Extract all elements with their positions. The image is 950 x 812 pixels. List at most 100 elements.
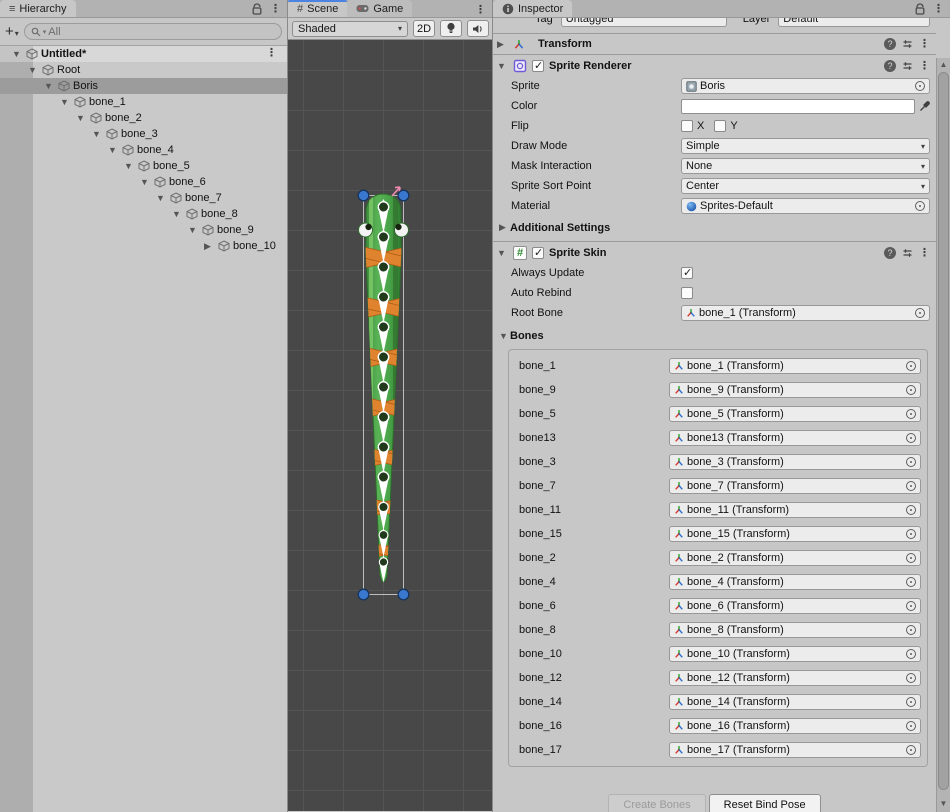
tab-scene[interactable]: # Scene [288,0,347,17]
foldout-icon[interactable]: ▼ [76,113,87,123]
root-bone-object-field[interactable]: bone_1 (Transform) [681,305,930,321]
hierarchy-row[interactable]: ▼ Root [0,62,287,78]
foldout-icon[interactable]: ▼ [12,49,23,59]
bone-object-field[interactable]: bone_11 (Transform) [669,502,921,518]
sort-point-dropdown[interactable]: Center ▾ [681,178,930,194]
object-picker-icon[interactable] [906,649,916,659]
scrollbar-thumb[interactable] [938,72,949,790]
bone-object-field[interactable]: bone_15 (Transform) [669,526,921,542]
component-menu-icon[interactable]: ⋮ [919,39,930,49]
flip-x-checkbox[interactable] [681,120,693,132]
sprite-skin-header[interactable]: ▼ # Sprite Skin ? ⋮ [493,242,936,263]
bone-object-field[interactable]: bone_12 (Transform) [669,670,921,686]
scene-row-menu-icon[interactable]: ⋮ [266,48,277,58]
presets-icon[interactable] [901,60,914,72]
foldout-icon[interactable]: ▼ [156,193,167,203]
bone-object-field[interactable]: bone_17 (Transform) [669,742,921,758]
tag-dropdown[interactable]: Untagged [561,18,727,27]
always-update-checkbox[interactable] [681,267,693,279]
object-picker-icon[interactable] [906,673,916,683]
shading-mode-dropdown[interactable]: Shaded ▾ [292,21,408,37]
lock-icon[interactable] [915,3,925,15]
bone-object-field[interactable]: bone_10 (Transform) [669,646,921,662]
hierarchy-row[interactable]: ▼ bone_6 [0,174,287,190]
foldout-icon[interactable]: ▼ [124,161,135,171]
mask-interaction-dropdown[interactable]: None ▾ [681,158,930,174]
scroll-down-icon[interactable]: ▼ [937,799,950,808]
object-picker-icon[interactable] [906,529,916,539]
foldout-icon[interactable]: ▼ [28,65,39,75]
tab-inspector[interactable]: Inspector [493,0,572,17]
flip-y-checkbox[interactable] [714,120,726,132]
object-picker-icon[interactable] [906,457,916,467]
foldout-icon[interactable]: ▶ [497,39,508,50]
hierarchy-search-input[interactable]: ▾ All [24,23,282,40]
scene-audio-button[interactable] [467,20,489,37]
object-picker-icon[interactable] [906,697,916,707]
bone-object-field[interactable]: bone_3 (Transform) [669,454,921,470]
hierarchy-row[interactable]: ▼ bone_3 [0,126,287,142]
bone-object-field[interactable]: bone_9 (Transform) [669,382,921,398]
bone-object-field[interactable]: bone_1 (Transform) [669,358,921,374]
hierarchy-menu-icon[interactable]: ⋮ [270,4,281,14]
presets-icon[interactable] [901,247,914,259]
tab-game[interactable]: Game [347,0,412,17]
object-picker-icon[interactable] [906,409,916,419]
scene-menu-icon[interactable]: ⋮ [475,5,486,15]
eyedropper-icon[interactable] [919,101,930,112]
hierarchy-row[interactable]: ▼ bone_5 [0,158,287,174]
object-picker-icon[interactable] [915,308,925,318]
presets-icon[interactable] [901,38,914,50]
help-icon[interactable]: ? [884,38,896,50]
toggle-2d-button[interactable]: 2D [413,20,435,37]
lock-icon[interactable] [252,3,262,15]
object-picker-icon[interactable] [906,553,916,563]
tab-hierarchy[interactable]: ≡ Hierarchy [0,0,76,17]
inspector-scrollbar[interactable]: ▲ ▼ [936,58,950,812]
draw-mode-dropdown[interactable]: Simple ▾ [681,138,930,154]
object-picker-icon[interactable] [906,601,916,611]
foldout-icon[interactable]: ▼ [44,81,55,91]
object-picker-icon[interactable] [906,361,916,371]
auto-rebind-checkbox[interactable] [681,287,693,299]
hierarchy-row[interactable]: ▼ bone_9 [0,222,287,238]
hierarchy-row[interactable]: ▼ bone_1 [0,94,287,110]
sprite-renderer-header[interactable]: ▼ Sprite Renderer ? ⋮ [493,55,936,76]
transform-component-header[interactable]: ▶ Transform ? ⋮ [493,34,936,55]
object-picker-icon[interactable] [906,625,916,635]
bone-object-field[interactable]: bone_8 (Transform) [669,622,921,638]
material-object-field[interactable]: Sprites-Default [681,198,930,214]
help-icon[interactable]: ? [884,60,896,72]
component-menu-icon[interactable]: ⋮ [919,61,930,71]
object-picker-icon[interactable] [915,201,925,211]
foldout-icon[interactable]: ▼ [188,225,199,235]
create-bones-button[interactable]: Create Bones [608,794,705,812]
hierarchy-row-scene[interactable]: ▼ Untitled* ⋮ [0,46,287,62]
component-enabled-checkbox[interactable] [532,60,544,72]
bone-object-field[interactable]: bone_7 (Transform) [669,478,921,494]
bone-object-field[interactable]: bone_2 (Transform) [669,550,921,566]
hierarchy-row[interactable]: ▼ bone_4 [0,142,287,158]
object-picker-icon[interactable] [906,433,916,443]
foldout-icon[interactable]: ▼ [60,97,71,107]
layer-dropdown[interactable]: Default [778,18,930,27]
object-picker-icon[interactable] [915,81,925,91]
foldout-icon[interactable]: ▼ [172,209,183,219]
foldout-icon[interactable]: ▼ [497,248,508,258]
scene-viewport[interactable] [288,40,492,811]
hierarchy-row[interactable]: ▼ Boris [0,78,287,94]
foldout-icon[interactable]: ▶ [204,241,215,252]
object-picker-icon[interactable] [906,577,916,587]
create-object-button[interactable]: + ▾ [5,23,19,40]
bone-object-field[interactable]: bone_6 (Transform) [669,598,921,614]
object-picker-icon[interactable] [906,385,916,395]
foldout-icon[interactable]: ▼ [140,177,151,187]
scene-lighting-button[interactable] [440,20,462,37]
hierarchy-row[interactable]: ▼ bone_2 [0,110,287,126]
object-picker-icon[interactable] [906,481,916,491]
hierarchy-row[interactable]: ▶ bone_10 [0,238,287,254]
foldout-icon[interactable]: ▼ [497,61,508,71]
help-icon[interactable]: ? [884,247,896,259]
reset-bind-pose-button[interactable]: Reset Bind Pose [709,794,821,812]
sprite-object-field[interactable]: Boris [681,78,930,94]
